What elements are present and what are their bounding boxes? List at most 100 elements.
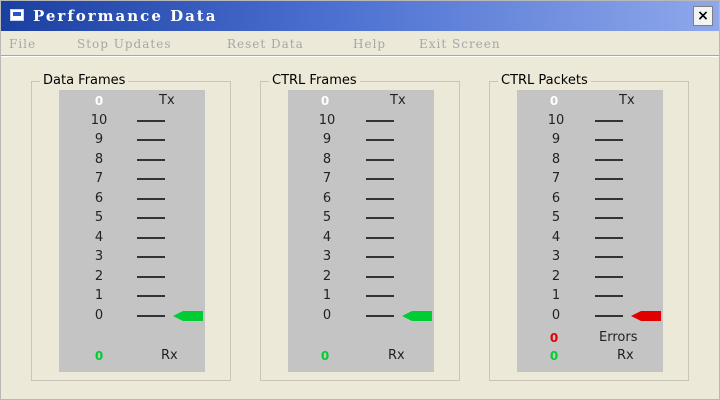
- scale-dash: [595, 237, 623, 239]
- scale-tick: 9: [551, 132, 561, 147]
- scale-tick: 4: [551, 230, 561, 245]
- scale-dash: [366, 139, 394, 141]
- scale-tick: 10: [547, 113, 565, 128]
- ctrl-packets-rx-value: 0: [549, 349, 559, 363]
- scale-dash: [137, 198, 165, 200]
- scale-dash: [595, 295, 623, 297]
- ctrl-packets-label: CTRL Packets: [498, 73, 591, 88]
- scale-dash: [137, 217, 165, 219]
- scale-dash: [595, 276, 623, 278]
- ctrl-frames-rx-value: 0: [320, 349, 330, 363]
- scale-tick: 6: [551, 191, 561, 206]
- scale-tick: 6: [94, 191, 104, 206]
- scale-tick: 9: [94, 132, 104, 147]
- ctrl-frames-tx-value: 0: [320, 94, 330, 108]
- scale-tick: 0: [551, 308, 561, 323]
- scale-dash: [366, 276, 394, 278]
- scale-dash: [595, 139, 623, 141]
- data-frames-label: Data Frames: [40, 73, 129, 88]
- scale-tick: 3: [551, 249, 561, 264]
- ctrl-frames-tx-label: Tx: [390, 93, 406, 108]
- data-frames-tx-label: Tx: [159, 93, 175, 108]
- title-bar[interactable]: Performance Data ×: [1, 1, 719, 31]
- scale-tick: 5: [94, 210, 104, 225]
- ctrl-packets-errors-label: Errors: [599, 330, 638, 345]
- scale-tick: 2: [551, 269, 561, 284]
- ctrl-frames-rx-label: Rx: [388, 348, 405, 363]
- ctrl-packets-meter: 0 Tx 10 9 8 7 6 5 4 3 2 1 0 0 Errors 0 R…: [517, 90, 663, 372]
- scale-dash: [137, 139, 165, 141]
- scale-tick: 3: [94, 249, 104, 264]
- scale-tick: 10: [90, 113, 108, 128]
- menu-file[interactable]: File: [9, 37, 36, 51]
- scale-dash: [366, 217, 394, 219]
- data-frames-tx-value: 0: [94, 94, 104, 108]
- data-frames-meter: 0 Tx 10 9 8 7 6 5 4 3 2 1 0 0 Rx: [59, 90, 205, 372]
- scale-tick: 7: [322, 171, 332, 186]
- scale-tick: 1: [551, 288, 561, 303]
- window-title: Performance Data: [33, 7, 218, 25]
- menu-reset-data[interactable]: Reset Data: [227, 37, 304, 51]
- scale-tick: 5: [322, 210, 332, 225]
- scale-dash: [595, 198, 623, 200]
- scale-tick: 4: [322, 230, 332, 245]
- scale-dash: [366, 178, 394, 180]
- ctrl-packets-tx-value: 0: [549, 94, 559, 108]
- scale-tick: 2: [322, 269, 332, 284]
- scale-dash: [137, 315, 165, 317]
- scale-dash: [137, 237, 165, 239]
- scale-tick: 8: [94, 152, 104, 167]
- scale-tick: 0: [94, 308, 104, 323]
- ctrl-packets-tx-label: Tx: [619, 93, 635, 108]
- menu-bar: File Stop Updates Reset Data Help Exit S…: [1, 33, 719, 53]
- close-button[interactable]: ×: [693, 6, 713, 26]
- data-frames-rx-value: 0: [94, 349, 104, 363]
- ctrl-frames-level-pointer: [402, 311, 432, 321]
- menu-help[interactable]: Help: [353, 37, 386, 51]
- ctrl-packets-errors-value: 0: [549, 331, 559, 345]
- menu-exit-screen[interactable]: Exit Screen: [419, 37, 501, 51]
- performance-data-window: Performance Data × File Stop Updates Res…: [0, 0, 720, 400]
- scale-tick: 3: [322, 249, 332, 264]
- scale-dash: [595, 178, 623, 180]
- ctrl-frames-meter: 0 Tx 10 9 8 7 6 5 4 3 2 1 0 0 Rx: [288, 90, 434, 372]
- scale-dash: [137, 256, 165, 258]
- scale-dash: [366, 237, 394, 239]
- scale-tick: 7: [551, 171, 561, 186]
- data-frames-level-pointer: [173, 311, 203, 321]
- scale-tick: 5: [551, 210, 561, 225]
- scale-dash: [137, 276, 165, 278]
- scale-tick: 0: [322, 308, 332, 323]
- scale-tick: 4: [94, 230, 104, 245]
- scale-dash: [595, 217, 623, 219]
- scale-dash: [366, 120, 394, 122]
- scale-dash: [137, 120, 165, 122]
- scale-dash: [366, 159, 394, 161]
- data-frames-rx-label: Rx: [161, 348, 178, 363]
- scale-dash: [137, 178, 165, 180]
- scale-dash: [366, 198, 394, 200]
- scale-dash: [366, 256, 394, 258]
- ctrl-packets-rx-label: Rx: [617, 348, 634, 363]
- scale-tick: 2: [94, 269, 104, 284]
- menu-separator: [1, 55, 719, 57]
- scale-tick: 8: [322, 152, 332, 167]
- scale-dash: [137, 159, 165, 161]
- scale-tick: 7: [94, 171, 104, 186]
- scale-tick: 1: [322, 288, 332, 303]
- scale-dash: [595, 315, 623, 317]
- scale-tick: 1: [94, 288, 104, 303]
- ctrl-frames-label: CTRL Frames: [269, 73, 360, 88]
- ctrl-packets-level-pointer: [631, 311, 661, 321]
- scale-dash: [595, 159, 623, 161]
- scale-dash: [595, 120, 623, 122]
- scale-tick: 9: [322, 132, 332, 147]
- scale-dash: [366, 315, 394, 317]
- menu-stop-updates[interactable]: Stop Updates: [77, 37, 171, 51]
- scale-tick: 6: [322, 191, 332, 206]
- app-icon: [10, 9, 24, 21]
- scale-dash: [137, 295, 165, 297]
- scale-tick: 8: [551, 152, 561, 167]
- scale-dash: [595, 256, 623, 258]
- scale-tick: 10: [318, 113, 336, 128]
